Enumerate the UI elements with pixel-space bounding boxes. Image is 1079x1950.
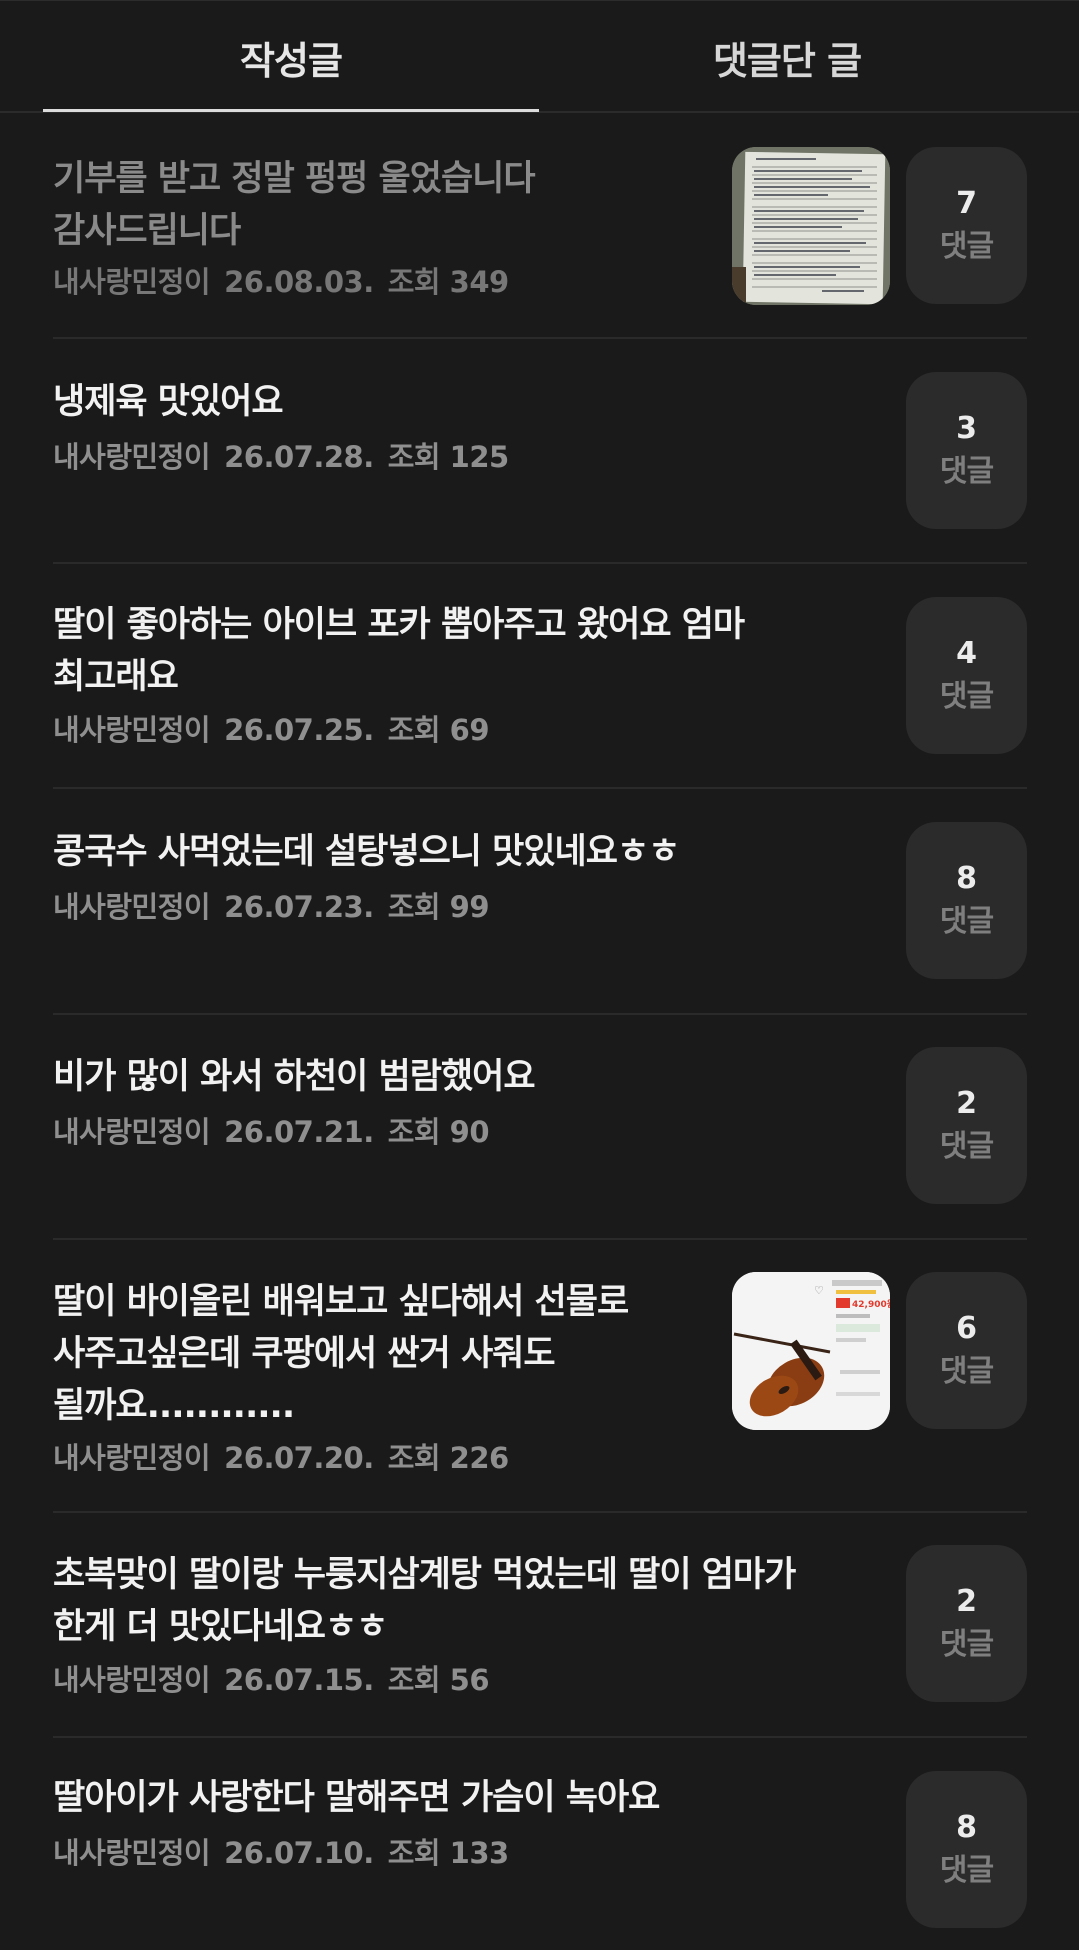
svg-text:♡: ♡	[814, 1284, 824, 1297]
post-date: 26.07.10.	[224, 1836, 374, 1870]
post-meta: 내사랑민정이 26.07.23. 조회 99	[53, 884, 503, 926]
comment-count-button[interactable]: 8 댓글	[906, 1771, 1027, 1928]
comment-count-button[interactable]: 3 댓글	[906, 372, 1027, 529]
post-author: 내사랑민정이	[53, 1115, 211, 1149]
post-meta: 내사랑민정이 26.07.25. 조회 69	[53, 707, 503, 749]
tab-my-posts[interactable]: 작성글	[43, 1, 539, 113]
comment-count: 2	[956, 1583, 977, 1619]
comment-label: 댓글	[939, 1353, 994, 1389]
post-meta: 내사랑민정이 26.07.15. 조회 56	[53, 1657, 503, 1699]
comment-label: 댓글	[939, 903, 994, 939]
comment-label: 댓글	[939, 1626, 994, 1662]
comment-count: 6	[956, 1310, 977, 1346]
post-views: 조회 99	[387, 890, 490, 924]
post-views: 조회 133	[387, 1836, 510, 1870]
post-thumbnail-letter	[732, 147, 890, 305]
comment-label: 댓글	[939, 678, 994, 714]
post-views: 조회 56	[387, 1663, 490, 1697]
thumb-price: 42,900원	[852, 1298, 890, 1310]
post-item[interactable]: 초복맞이 딸이랑 누룽지삼계탕 먹었는데 딸이 엄마가 한게 더 맛있다네요ㅎㅎ…	[53, 1545, 1027, 1703]
comment-count: 4	[956, 635, 977, 671]
post-title: 딸이 좋아하는 아이브 포카 뽑아주고 왔어요 엄마 최고래요	[53, 605, 745, 697]
divider	[53, 562, 1027, 564]
post-date: 26.07.28.	[224, 440, 374, 474]
post-author: 내사랑민정이	[53, 713, 211, 747]
divider	[53, 337, 1027, 339]
post-date: 26.07.21.	[224, 1115, 374, 1149]
post-title: 비가 많이 와서 하천이 범람했어요	[53, 1057, 536, 1097]
comment-count: 8	[956, 1809, 977, 1845]
post-meta: 내사랑민정이 26.08.03. 조회 349	[53, 259, 523, 301]
tab-bar: 작성글 댓글단 글	[0, 1, 1079, 113]
post-item[interactable]: 딸이 바이올린 배워보고 싶다해서 선물로 사주고싶은데 쿠팡에서 싼거 사줘도…	[53, 1272, 1027, 1482]
post-title: 초복맞이 딸이랑 누룽지삼계탕 먹었는데 딸이 엄마가 한게 더 맛있다네요ㅎㅎ	[53, 1555, 796, 1647]
post-date: 26.07.15.	[224, 1663, 374, 1697]
post-meta: 내사랑민정이 26.07.28. 조회 125	[53, 434, 523, 476]
post-author: 내사랑민정이	[53, 1663, 211, 1697]
post-meta: 내사랑민정이 26.07.20. 조회 226	[53, 1435, 523, 1477]
comment-count-button[interactable]: 8 댓글	[906, 822, 1027, 979]
comment-label: 댓글	[939, 228, 994, 264]
divider	[53, 1013, 1027, 1015]
post-title: 콩국수 사먹었는데 설탕넣으니 맛있네요ㅎㅎ	[53, 832, 680, 872]
post-title: 기부를 받고 정말 펑펑 울었습니다 감사드립니다	[53, 159, 536, 251]
post-views: 조회 69	[387, 713, 490, 747]
post-title: 냉제육 맛있어요	[53, 382, 284, 422]
divider	[53, 1736, 1027, 1738]
divider	[53, 1238, 1027, 1240]
post-author: 내사랑민정이	[53, 890, 211, 924]
comment-count-button[interactable]: 2 댓글	[906, 1545, 1027, 1702]
post-date: 26.07.25.	[224, 713, 374, 747]
post-meta: 내사랑민정이 26.07.21. 조회 90	[53, 1109, 503, 1151]
post-item[interactable]: 딸이 좋아하는 아이브 포카 뽑아주고 왔어요 엄마 최고래요 내사랑민정이 26…	[53, 597, 1027, 755]
comment-count-button[interactable]: 7 댓글	[906, 147, 1027, 304]
post-views: 조회 226	[387, 1441, 510, 1475]
post-meta: 내사랑민정이 26.07.10. 조회 133	[53, 1830, 523, 1872]
post-views: 조회 90	[387, 1115, 490, 1149]
post-author: 내사랑민정이	[53, 1836, 211, 1870]
post-item[interactable]: 딸아이가 사랑한다 말해주면 가슴이 녹아요 내사랑민정이 26.07.10. 조회…	[53, 1771, 1027, 1929]
post-views: 조회 349	[387, 265, 510, 299]
post-item[interactable]: 콩국수 사먹었는데 설탕넣으니 맛있네요ㅎㅎ 내사랑민정이 26.07.23. 조회…	[53, 822, 1027, 980]
post-date: 26.07.23.	[224, 890, 374, 924]
comment-label: 댓글	[939, 1852, 994, 1888]
post-item[interactable]: 기부를 받고 정말 펑펑 울었습니다 감사드립니다 내사랑민정이 26.08.03…	[53, 147, 1027, 305]
my-posts-screen: 작성글 댓글단 글 기부를 받고 정말 펑펑 울었습니다 감사드립니다 내사랑민…	[0, 0, 1079, 1950]
post-item[interactable]: 비가 많이 와서 하천이 범람했어요 내사랑민정이 26.07.21. 조회 90 …	[53, 1047, 1027, 1205]
comment-count: 8	[956, 860, 977, 896]
comment-label: 댓글	[939, 1128, 994, 1164]
post-title: 딸이 바이올린 배워보고 싶다해서 선물로 사주고싶은데 쿠팡에서 싼거 사줘도…	[53, 1282, 629, 1426]
active-tab-indicator	[43, 109, 539, 112]
comment-count: 3	[956, 410, 977, 446]
divider	[53, 787, 1027, 789]
comment-count-button[interactable]: 6 댓글	[906, 1272, 1027, 1429]
comment-count: 2	[956, 1085, 977, 1121]
post-thumbnail-violin: 42,900원 ♡	[732, 1272, 890, 1430]
comment-label: 댓글	[939, 453, 994, 489]
post-date: 26.07.20.	[224, 1441, 374, 1475]
post-views: 조회 125	[387, 440, 510, 474]
post-author: 내사랑민정이	[53, 440, 211, 474]
comment-count-button[interactable]: 2 댓글	[906, 1047, 1027, 1204]
post-author: 내사랑민정이	[53, 1441, 211, 1475]
post-item[interactable]: 냉제육 맛있어요 내사랑민정이 26.07.28. 조회 125 3 댓글	[53, 372, 1027, 530]
post-title: 딸아이가 사랑한다 말해주면 가슴이 녹아요	[53, 1778, 660, 1818]
divider	[53, 1511, 1027, 1513]
tab-commented-posts[interactable]: 댓글단 글	[539, 1, 1035, 113]
post-date: 26.08.03.	[224, 265, 374, 299]
comment-count-button[interactable]: 4 댓글	[906, 597, 1027, 754]
comment-count: 7	[956, 185, 977, 221]
post-author: 내사랑민정이	[53, 265, 211, 299]
